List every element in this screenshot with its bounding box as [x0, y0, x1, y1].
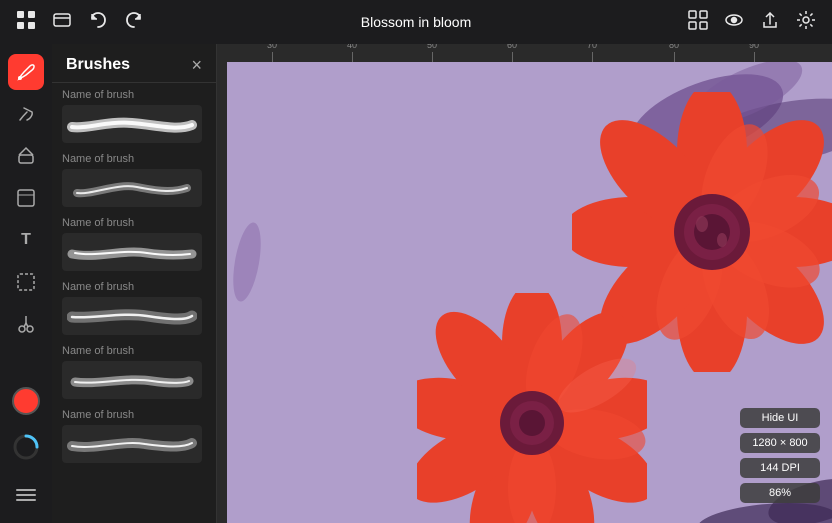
- brush-panel-title: Brushes: [66, 56, 130, 74]
- brush-panel: Brushes × Name of brush Name of brush Na…: [52, 44, 217, 523]
- flower-bottom-center: [417, 293, 647, 523]
- hide-ui-button[interactable]: Hide UI: [740, 408, 820, 428]
- brush-panel-close-button[interactable]: ×: [191, 56, 202, 74]
- ruler-mark-50: 50: [427, 44, 437, 62]
- eye-icon[interactable]: [724, 10, 744, 35]
- brush-preview-5: [62, 361, 202, 399]
- vertical-ruler: [217, 62, 227, 523]
- brush-preview-4: [62, 297, 202, 335]
- zoom-badge: 86%: [740, 483, 820, 503]
- color-picker[interactable]: [12, 387, 40, 415]
- redo-icon[interactable]: [124, 10, 144, 35]
- ruler-marks: 30 40 50 60 70 80 90: [217, 44, 832, 62]
- resolution-badge: 1280 × 800: [740, 433, 820, 453]
- brush-item-2[interactable]: Name of brush: [52, 147, 216, 211]
- erase-tool[interactable]: [8, 138, 44, 174]
- brush-name-2: Name of brush: [62, 153, 206, 165]
- ruler-mark-80: 80: [669, 44, 679, 62]
- layers-panel-icon[interactable]: [8, 477, 44, 513]
- top-bar-left: [16, 10, 144, 35]
- brush-preview-2: [62, 169, 202, 207]
- brush-name-4: Name of brush: [62, 281, 206, 293]
- ruler-mark-90: 90: [749, 44, 759, 62]
- grid-icon[interactable]: [16, 10, 36, 35]
- top-bar-right: [688, 10, 816, 35]
- dpi-badge: 144 DPI: [740, 458, 820, 478]
- brush-preview-6: [62, 425, 202, 463]
- brush-panel-header: Brushes ×: [52, 44, 216, 83]
- ruler-mark-60: 60: [507, 44, 517, 62]
- top-bar: Blossom in bloom: [0, 0, 832, 44]
- brush-name-6: Name of brush: [62, 409, 206, 421]
- brush-item-6[interactable]: Name of brush: [52, 403, 216, 467]
- text-tool[interactable]: T: [8, 222, 44, 258]
- brush-preview-3: [62, 233, 202, 271]
- undo-icon[interactable]: [88, 10, 108, 35]
- brush-name-3: Name of brush: [62, 217, 206, 229]
- share-icon[interactable]: [760, 10, 780, 35]
- transform-tool[interactable]: [8, 180, 44, 216]
- brush-item-1[interactable]: Name of brush: [52, 83, 216, 147]
- layers-icon[interactable]: [52, 10, 72, 35]
- brush-preview-1: [62, 105, 202, 143]
- cut-tool[interactable]: [8, 306, 44, 342]
- selection-tool[interactable]: [8, 264, 44, 300]
- info-panel: Hide UI 1280 × 800 144 DPI 86%: [740, 408, 820, 503]
- brush-item-5[interactable]: Name of brush: [52, 339, 216, 403]
- document-title: Blossom in bloom: [361, 14, 472, 30]
- brush-item-4[interactable]: Name of brush: [52, 275, 216, 339]
- ruler-mark-70: 70: [587, 44, 597, 62]
- smudge-tool[interactable]: [8, 96, 44, 132]
- left-toolbar: T: [0, 44, 52, 523]
- brush-name-5: Name of brush: [62, 345, 206, 357]
- ruler: 30 40 50 60 70 80 90: [217, 44, 832, 62]
- ruler-mark-40: 40: [347, 44, 357, 62]
- ruler-mark-30: 30: [267, 44, 277, 62]
- loading-indicator[interactable]: [8, 429, 44, 465]
- brush-tool[interactable]: [8, 54, 44, 90]
- brush-name-1: Name of brush: [62, 89, 206, 101]
- settings-icon[interactable]: [796, 10, 816, 35]
- brush-item-3[interactable]: Name of brush: [52, 211, 216, 275]
- gallery-icon[interactable]: [688, 10, 708, 35]
